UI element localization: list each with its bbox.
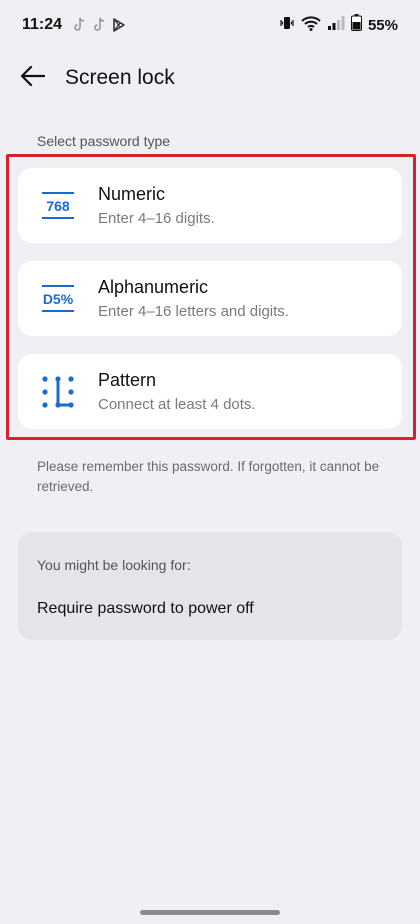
status-time: 11:24 xyxy=(22,16,63,33)
section-label: Select password type xyxy=(37,133,171,149)
back-button[interactable] xyxy=(0,55,64,101)
app-header: Screen lock xyxy=(0,55,420,101)
home-indicator[interactable] xyxy=(140,910,280,915)
password-note: Please remember this password. If forgot… xyxy=(37,459,380,494)
tiktok-icon xyxy=(72,17,86,33)
vibrate-icon xyxy=(279,15,295,36)
battery-icon xyxy=(350,14,362,36)
require-password-power-off-link[interactable]: Require password to power off xyxy=(37,600,254,618)
wifi-icon xyxy=(301,15,321,36)
back-arrow-icon xyxy=(19,65,46,92)
system-status: 55% xyxy=(279,14,398,36)
battery-percentage: 55% xyxy=(367,16,398,34)
status-bar: 11:24 55% xyxy=(0,0,420,50)
suggestion-label: You might be looking for: xyxy=(37,557,191,573)
page-title: Screen lock xyxy=(65,66,175,89)
notification-icons xyxy=(72,17,126,33)
tiktok-icon xyxy=(92,17,106,33)
suggestion-card: You might be looking for: Require passwo… xyxy=(18,532,402,640)
play-store-icon xyxy=(112,17,126,33)
screen: 11:24 55% Screen lock Select password ty… xyxy=(0,0,420,924)
signal-icon xyxy=(327,15,345,36)
highlight-box xyxy=(6,154,416,440)
